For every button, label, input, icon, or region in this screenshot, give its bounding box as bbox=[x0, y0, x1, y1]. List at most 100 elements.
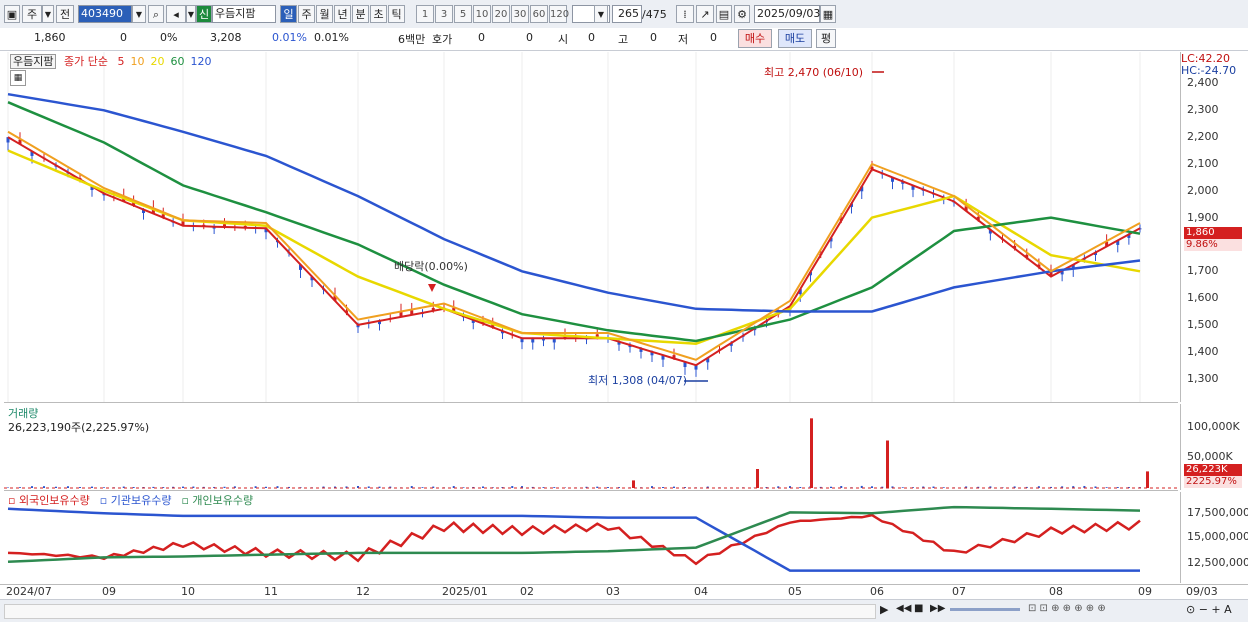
scroll-track[interactable] bbox=[4, 604, 876, 619]
speaker-icon[interactable]: ◂ bbox=[166, 5, 186, 23]
zoom-slider[interactable] bbox=[950, 608, 1020, 611]
sell-button[interactable]: 매도 bbox=[778, 29, 812, 48]
interval-tab-7[interactable]: 120 bbox=[549, 5, 569, 23]
scroll-bar: ▶ ◀◀ ■ ▶▶ ⊡ ⊡ ⊕ ⊕ ⊕ ⊕ ⊕ ⊙ − + A bbox=[0, 599, 1248, 622]
volume-peak-3 bbox=[886, 440, 889, 488]
volume-chart bbox=[4, 418, 1178, 489]
interval-dropdown-icon[interactable]: ▼ bbox=[594, 5, 608, 23]
current-price-tag: 1,860 bbox=[1184, 227, 1242, 239]
hold-tick-15000000: 15,000,000 bbox=[1187, 530, 1248, 543]
code-dropdown-icon[interactable]: ▼ bbox=[132, 5, 146, 23]
volume-bar-2 bbox=[31, 486, 33, 488]
price-legend: 우듬지팜 종가 단순 5 10 20 60 120 bbox=[10, 53, 211, 69]
avg-button[interactable]: 평 bbox=[816, 29, 836, 48]
current-pct-tag: 9.86% bbox=[1184, 239, 1242, 251]
hc-label: HC:-24.70 bbox=[1181, 64, 1237, 77]
x-right-label: 09/03 bbox=[1186, 585, 1218, 598]
interval-tab-6[interactable]: 60 bbox=[530, 5, 548, 23]
prev-button[interactable]: 전 bbox=[56, 5, 74, 23]
price-tick-8: 1,600 bbox=[1187, 291, 1219, 305]
volume-bar-6 bbox=[79, 487, 81, 488]
volume-bar-102 bbox=[1116, 487, 1119, 488]
period-tab-2[interactable]: 월 bbox=[316, 5, 333, 23]
grid-icon[interactable]: ⁞ bbox=[676, 5, 694, 23]
draw-icon[interactable]: ↗ bbox=[696, 5, 714, 23]
tool-icons[interactable]: ⊡ ⊡ ⊕ ⊕ ⊕ ⊕ ⊕ bbox=[1028, 603, 1106, 614]
window-icon[interactable]: ▣ bbox=[4, 5, 20, 23]
table-icon[interactable]: ▦ bbox=[10, 70, 26, 86]
holdings-legend-1[interactable]: ▫ 기관보유수량 bbox=[100, 494, 172, 507]
holdings-legend-0[interactable]: ▫ 외국인보유수량 bbox=[8, 494, 90, 507]
interval-tab-2[interactable]: 5 bbox=[454, 5, 472, 23]
chevron-down-icon[interactable]: ▼ bbox=[42, 5, 54, 23]
save-icon[interactable]: ▤ bbox=[716, 5, 732, 23]
ma-legend-120[interactable]: 120 bbox=[190, 55, 211, 68]
period-tab-1[interactable]: 주 bbox=[298, 5, 315, 23]
ma-legend-20[interactable]: 20 bbox=[150, 55, 164, 68]
play-icon[interactable]: ▶ bbox=[880, 603, 888, 616]
volume-bar-4 bbox=[55, 486, 57, 488]
price-tick-2: 2,200 bbox=[1187, 130, 1219, 144]
period-tab-3[interactable]: 년 bbox=[334, 5, 351, 23]
volume-peak-2 bbox=[810, 418, 813, 488]
high-label: 고 bbox=[618, 33, 629, 46]
code-input[interactable]: 403490 bbox=[78, 5, 132, 23]
date-input[interactable]: 2025/09/03 bbox=[754, 5, 820, 23]
x-label-11: 07 bbox=[952, 585, 966, 598]
volume-bar-55 bbox=[596, 486, 599, 488]
low-value: 0 bbox=[710, 31, 717, 44]
stop-icon[interactable]: ■ bbox=[914, 603, 923, 614]
stock-name-field[interactable]: 우듬지팜 bbox=[212, 5, 276, 23]
interval-tab-0[interactable]: 1 bbox=[416, 5, 434, 23]
x-label-6: 02 bbox=[520, 585, 534, 598]
x-label-9: 05 bbox=[788, 585, 802, 598]
quote-bar: 1,860 0 0% 3,208 0.01% 0.01% 6백만 호가 0 0 … bbox=[0, 28, 1248, 51]
low-label: 저 bbox=[678, 33, 689, 46]
speaker-dropdown-icon[interactable]: ▼ bbox=[186, 5, 196, 23]
price-tick-4: 2,000 bbox=[1187, 183, 1219, 197]
buy-button[interactable]: 매수 bbox=[738, 29, 772, 48]
market-selector[interactable]: 주 bbox=[22, 5, 42, 23]
period-tab-5[interactable]: 초 bbox=[370, 5, 387, 23]
volume-bar-33 bbox=[367, 486, 370, 488]
zoom-controls[interactable]: ⊙ − + A bbox=[1186, 603, 1232, 616]
ma-legend-5[interactable]: 5 bbox=[117, 55, 124, 68]
interval-tab-1[interactable]: 3 bbox=[435, 5, 453, 23]
period-tab-4[interactable]: 분 bbox=[352, 5, 369, 23]
interval-tab-5[interactable]: 30 bbox=[511, 5, 529, 23]
change-value: 0 bbox=[120, 31, 127, 44]
volume-bar-3 bbox=[43, 486, 45, 488]
hoga-label: 호가 bbox=[432, 33, 453, 46]
interval-tab-4[interactable]: 20 bbox=[492, 5, 510, 23]
volume-pane[interactable]: 거래량 26,223,190주(2,225.97%) bbox=[4, 404, 1178, 491]
amount-value: 6백만 bbox=[398, 33, 426, 46]
volume-peak-4 bbox=[1146, 471, 1149, 488]
volume-bar-7 bbox=[91, 486, 93, 488]
period-tab-0[interactable]: 일 bbox=[280, 5, 297, 23]
calendar-icon[interactable]: ▦ bbox=[820, 5, 836, 23]
open-value: 0 bbox=[588, 31, 595, 44]
search-icon[interactable]: ⌕ bbox=[148, 5, 164, 23]
x-label-0: 2024/07 bbox=[6, 585, 52, 598]
volume-current-tag: 26,223K bbox=[1184, 464, 1242, 476]
holdings-pane[interactable]: ▫ 외국인보유수량 ▫ 기관보유수량 ▫ 개인보유수량 bbox=[4, 492, 1178, 583]
rewind-icon[interactable]: ◀◀ bbox=[896, 603, 911, 614]
volume-peak-1 bbox=[756, 469, 759, 488]
volume-bar-73 bbox=[799, 487, 802, 488]
ma-legend-60[interactable]: 60 bbox=[170, 55, 184, 68]
x-axis: 2024/07 09 10 11 12 2025/01 02 03 04 05 06 07 08 09 0… bbox=[0, 584, 1248, 599]
holdings-legend-2[interactable]: ▫ 개인보유수량 bbox=[181, 494, 253, 507]
view-count-input[interactable]: 265 bbox=[612, 5, 642, 23]
change-pct: 0% bbox=[160, 31, 178, 44]
turnover-pct: 0.01% bbox=[272, 31, 307, 44]
interval-tab-3[interactable]: 10 bbox=[473, 5, 491, 23]
forward-icon[interactable]: ▶▶ bbox=[930, 603, 945, 614]
gear-icon[interactable]: ⚙ bbox=[734, 5, 750, 23]
period-tab-6[interactable]: 틱 bbox=[388, 5, 405, 23]
price-value: 1,860 bbox=[34, 31, 66, 44]
volume-bar-38 bbox=[421, 487, 424, 488]
price-pane[interactable]: 우듬지팜 종가 단순 5 10 20 60 120 ▦ 최고 2,470 (06/10)… bbox=[4, 52, 1178, 403]
x-label-1: 09 bbox=[102, 585, 116, 598]
ma-legend-10[interactable]: 10 bbox=[130, 55, 144, 68]
volume-bar-16 bbox=[182, 486, 184, 488]
